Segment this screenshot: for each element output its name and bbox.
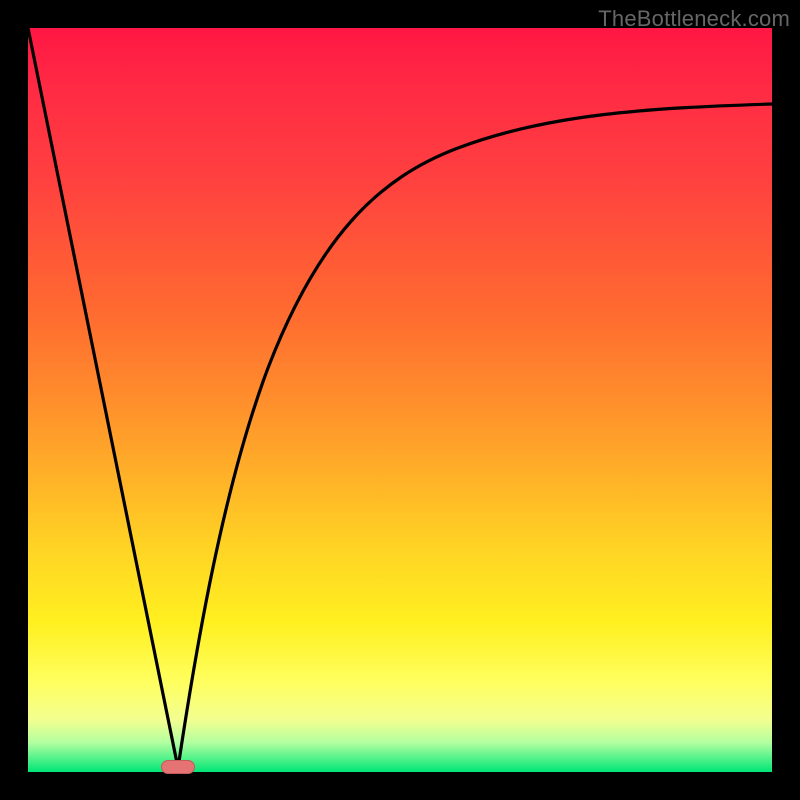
watermark-text: TheBottleneck.com — [598, 6, 790, 32]
plot-area — [28, 28, 772, 772]
curve-layer — [28, 28, 772, 772]
left-descending-line — [28, 28, 178, 768]
minimum-marker — [161, 760, 195, 774]
right-growth-curve — [178, 104, 772, 768]
chart-canvas: TheBottleneck.com — [0, 0, 800, 800]
